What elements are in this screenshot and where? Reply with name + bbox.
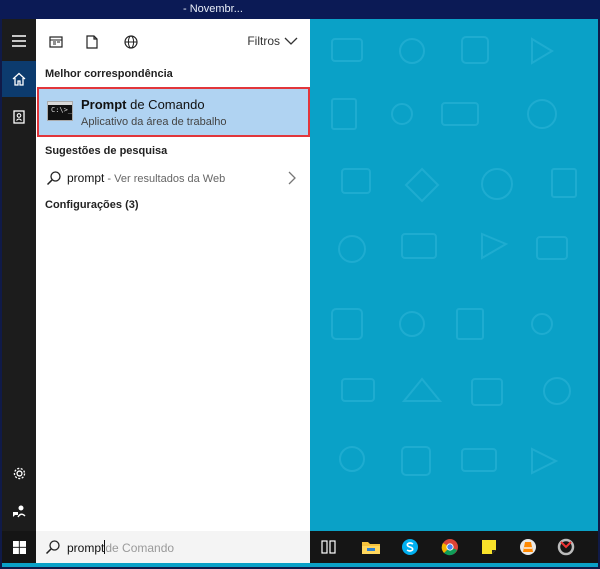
suggestion-text: prompt - Ver resultados da Web <box>67 171 225 185</box>
search-input[interactable]: promptde Comando <box>67 540 174 555</box>
command-prompt-icon: C:\>_ <box>47 101 73 121</box>
window-title: - Novembr... <box>183 3 243 15</box>
search-results-panel: Filtros Melhor correspondência C:\>_ Pro… <box>36 19 310 531</box>
skype-icon <box>402 539 418 555</box>
notebook-icon <box>13 110 25 124</box>
tab-web[interactable] <box>120 31 142 53</box>
suggestions-heading: Sugestões de pesquisa <box>45 145 168 157</box>
best-match-subtitle: Aplicativo da área de trabalho <box>81 116 227 128</box>
windows-logo-icon <box>12 540 26 554</box>
taskbar-sticky-notes[interactable] <box>476 535 502 559</box>
best-match-result[interactable]: C:\>_ Prompt de Comando Aplicativo da ár… <box>37 87 310 137</box>
sticky-notes-icon <box>482 540 496 554</box>
chrome-icon <box>441 539 458 556</box>
suggestion-hint: - Ver resultados da Web <box>104 173 226 185</box>
vlc-icon <box>520 539 536 555</box>
taskbar-chrome[interactable] <box>437 535 463 559</box>
start-button[interactable] <box>2 531 36 563</box>
documents-icon <box>86 35 98 49</box>
search-icon <box>45 540 60 555</box>
notebook-button[interactable] <box>2 99 36 135</box>
search-typed-text: prompt <box>67 541 105 555</box>
chevron-right-icon <box>288 171 296 185</box>
apps-icon <box>49 36 63 48</box>
best-match-name: Prompt de Comando <box>81 97 205 112</box>
settings-button[interactable] <box>2 455 36 491</box>
search-box[interactable]: promptde Comando <box>36 531 310 563</box>
search-icon <box>46 171 61 186</box>
taskbar-vlc[interactable] <box>515 535 541 559</box>
filters-label: Filtros <box>247 34 280 48</box>
task-view-icon <box>321 540 336 554</box>
command-prompt-icon-glyph: C:\>_ <box>51 106 73 114</box>
home-icon <box>12 72 26 86</box>
feedback-button[interactable] <box>2 493 36 529</box>
web-suggestion[interactable]: prompt - Ver resultados da Web <box>36 166 310 190</box>
taskbar-skype[interactable] <box>397 535 423 559</box>
feedback-icon <box>13 505 26 518</box>
taskbar-app[interactable] <box>553 535 579 559</box>
tab-documents[interactable] <box>81 31 103 53</box>
file-explorer-icon <box>362 542 380 554</box>
chevron-down-icon <box>284 37 298 45</box>
search-autocomplete-text: de Comando <box>105 541 175 555</box>
hamburger-menu-icon <box>12 35 26 47</box>
web-globe-icon <box>124 35 138 49</box>
settings-heading[interactable]: Configurações (3) <box>45 199 139 211</box>
window-titlebar: - Novembr... <box>0 0 600 20</box>
wallpaper-pattern <box>331 36 577 476</box>
taskbar-file-explorer[interactable] <box>358 535 384 559</box>
search-tabs: Filtros <box>36 19 310 63</box>
gear-icon <box>13 467 25 479</box>
home-button[interactable] <box>2 61 36 97</box>
taskbar-task-view[interactable] <box>316 535 342 559</box>
best-match-heading: Melhor correspondência <box>45 68 173 80</box>
tab-apps[interactable] <box>45 31 67 53</box>
best-match-name-bold: Prompt <box>81 97 127 112</box>
suggestion-query: prompt <box>67 171 105 185</box>
start-rail <box>2 19 36 531</box>
filters-dropdown[interactable]: Filtros <box>247 34 298 48</box>
best-match-name-rest: de Comando <box>126 97 205 112</box>
app-icon <box>557 538 575 556</box>
hamburger-menu-button[interactable] <box>2 23 36 59</box>
